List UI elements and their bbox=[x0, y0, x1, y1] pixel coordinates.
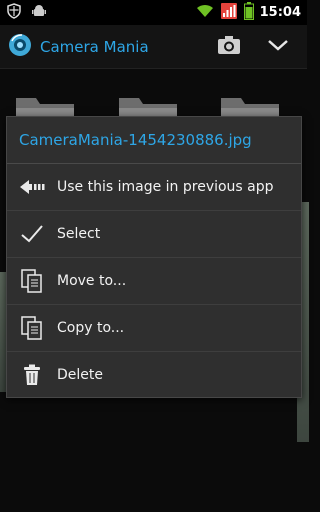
menu-item-copy-to[interactable]: Copy to... bbox=[7, 305, 301, 352]
context-menu-title: CameraMania-1454230886.jpg bbox=[7, 117, 301, 164]
app-title: Camera Mania bbox=[40, 37, 149, 56]
move-copy-icon bbox=[7, 269, 57, 293]
menu-item-use-in-previous-app[interactable]: Use this image in previous app bbox=[7, 164, 301, 211]
signal-icon bbox=[220, 2, 238, 24]
context-menu: CameraMania-1454230886.jpg Use this imag… bbox=[6, 116, 302, 398]
app-logo-icon[interactable] bbox=[8, 33, 32, 61]
back-arrow-icon bbox=[7, 178, 57, 196]
menu-item-label: Select bbox=[57, 226, 101, 242]
menu-item-label: Move to... bbox=[57, 273, 127, 289]
android-debug-icon bbox=[32, 3, 46, 22]
trash-icon bbox=[7, 364, 57, 386]
wifi-icon bbox=[196, 3, 214, 22]
shield-icon bbox=[6, 2, 22, 23]
menu-item-label: Copy to... bbox=[57, 320, 125, 336]
camera-icon[interactable] bbox=[217, 35, 241, 59]
menu-item-select[interactable]: Select bbox=[7, 211, 301, 258]
menu-item-label: Delete bbox=[57, 367, 103, 383]
action-bar: Camera Mania bbox=[0, 25, 307, 69]
battery-icon bbox=[243, 1, 254, 24]
menu-item-delete[interactable]: Delete bbox=[7, 352, 301, 398]
menu-item-label: Use this image in previous app bbox=[57, 179, 274, 195]
status-bar: 15:04 bbox=[0, 0, 307, 25]
chevron-down-icon[interactable] bbox=[267, 37, 289, 57]
status-time: 15:04 bbox=[259, 5, 301, 20]
copy-icon bbox=[7, 316, 57, 340]
checkmark-icon bbox=[7, 224, 57, 244]
menu-item-move-to[interactable]: Move to... bbox=[7, 258, 301, 305]
